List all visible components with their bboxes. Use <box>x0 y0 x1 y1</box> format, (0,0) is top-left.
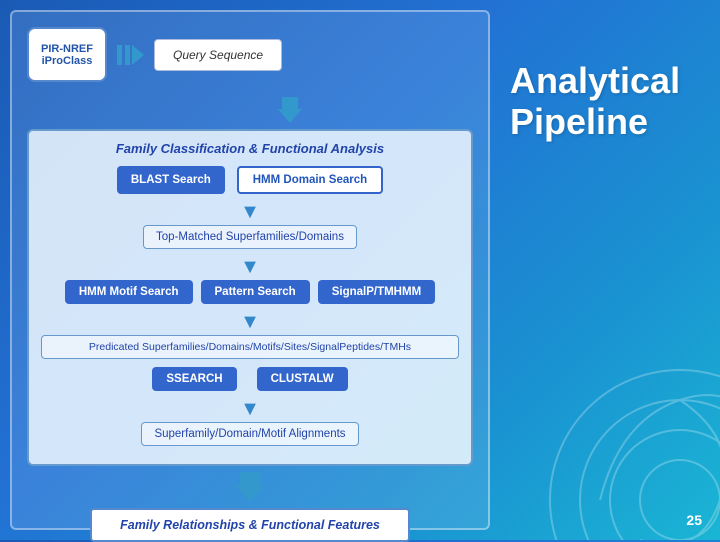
motif-pattern-row: HMM Motif Search Pattern Search SignalP/… <box>41 280 459 304</box>
ssearch-clustalw-row: SSEARCH CLUSTALW <box>41 367 459 391</box>
family-relationships-box: Family Relationships & Functional Featur… <box>90 508 410 542</box>
family-relationships-label: Family Relationships & Functional Featur… <box>120 518 380 532</box>
blast-search-button[interactable]: BLAST Search <box>117 166 225 194</box>
arrow-down-1: ▼ <box>41 202 459 222</box>
arrow-down-2: ▼ <box>41 257 459 277</box>
right-panel: Analytical Pipeline <box>510 60 700 143</box>
pattern-search-button[interactable]: Pattern Search <box>201 280 310 304</box>
top-matched-row: Top-Matched Superfamilies/Domains <box>41 225 459 249</box>
family-to-bottom-arrow <box>27 472 473 502</box>
arrow-down-3: ▼ <box>41 312 459 332</box>
family-classification-box: Family Classification & Functional Analy… <box>27 129 473 466</box>
alignments-row: Superfamily/Domain/Motif Alignments <box>41 422 459 446</box>
analytical-pipeline-text: Analytical Pipeline <box>510 60 700 143</box>
bottom-box-row: Family Relationships & Functional Featur… <box>27 508 473 542</box>
family-classification-title: Family Classification & Functional Analy… <box>41 141 459 156</box>
ssearch-button[interactable]: SSEARCH <box>152 367 236 391</box>
top-matched-label: Top-Matched Superfamilies/Domains <box>143 225 357 249</box>
analytical-line2: Pipeline <box>510 101 648 142</box>
signalp-tmhmm-button[interactable]: SignalP/TMHMM <box>318 280 435 304</box>
query-to-family-arrow <box>27 97 473 123</box>
main-panel: PIR-NREF iProClass Query Sequence Family… <box>10 10 490 530</box>
predicated-label: Predicated Superfamilies/Domains/Motifs/… <box>41 335 459 359</box>
top-row: PIR-NREF iProClass Query Sequence <box>27 27 473 82</box>
pir-line2: iProClass <box>42 55 93 67</box>
page-number: 25 <box>686 512 702 528</box>
query-sequence-box: Query Sequence <box>154 39 282 71</box>
clustalw-button[interactable]: CLUSTALW <box>257 367 348 391</box>
analytical-line1: Analytical <box>510 60 680 101</box>
hmm-domain-search-button[interactable]: HMM Domain Search <box>237 166 383 194</box>
alignments-label: Superfamily/Domain/Motif Alignments <box>141 422 358 446</box>
pir-nref-box: PIR-NREF iProClass <box>27 27 107 82</box>
query-sequence-label: Query Sequence <box>173 48 263 62</box>
pir-to-query-arrow <box>117 45 144 65</box>
hmm-motif-search-button[interactable]: HMM Motif Search <box>65 280 193 304</box>
blast-hmm-row: BLAST Search HMM Domain Search <box>41 166 459 194</box>
pir-line1: PIR-NREF <box>41 43 93 55</box>
arrow-down-4: ▼ <box>41 399 459 419</box>
